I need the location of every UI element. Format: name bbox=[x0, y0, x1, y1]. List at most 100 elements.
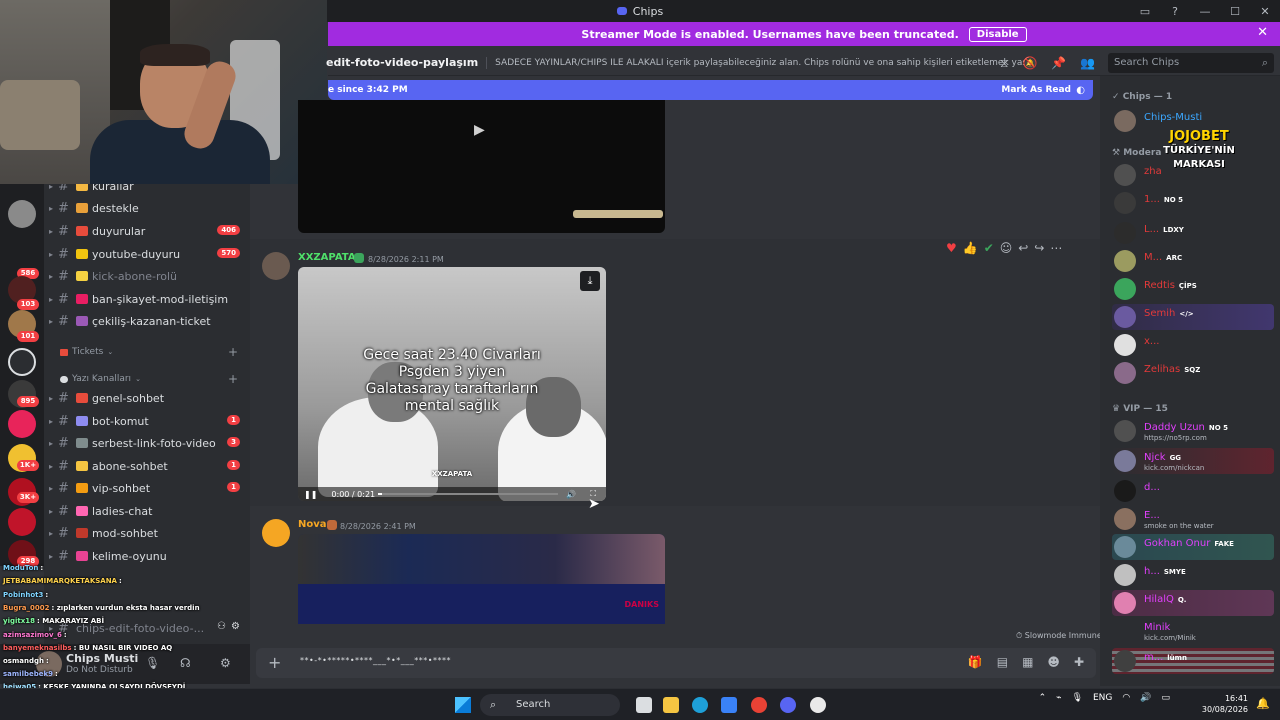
volume-icon[interactable]: 🔊 bbox=[1140, 693, 1151, 703]
category-tickets[interactable]: Tickets ⌄ + bbox=[60, 345, 238, 359]
add-reaction-icon[interactable]: ☺ bbox=[1000, 241, 1013, 255]
mic-tray-icon[interactable]: 🎙 bbox=[1072, 693, 1083, 703]
threads-icon[interactable]: ⧖ bbox=[1000, 56, 1008, 71]
close-window-button[interactable]: ✕ bbox=[1250, 5, 1280, 18]
play-icon[interactable]: ▶ bbox=[474, 122, 485, 138]
pin-icon[interactable]: 📌 bbox=[1051, 56, 1066, 71]
taskbar-search[interactable]: ⌕ Search bbox=[480, 694, 620, 716]
channel-item[interactable]: ▸ # serbest-link-foto-video 3 bbox=[44, 433, 250, 453]
member-item[interactable]: 1... NO 5 bbox=[1112, 190, 1280, 216]
channel-item[interactable]: ▸ # çekiliş-kazanan-ticket bbox=[44, 311, 250, 331]
channel-item[interactable]: ▸ # kick-abone-rolü bbox=[44, 266, 250, 286]
new-messages-bar[interactable]: e since 3:42 PM Mark As Read ◐ bbox=[328, 80, 1093, 100]
battery-icon[interactable]: ▭ bbox=[1161, 693, 1170, 703]
disable-streamer-mode-button[interactable]: Disable bbox=[968, 26, 1027, 42]
wifi-icon[interactable]: ◠ bbox=[1122, 693, 1130, 703]
store-icon[interactable] bbox=[721, 697, 737, 713]
app-icon[interactable] bbox=[810, 697, 826, 713]
member-item[interactable]: Gokhan Onur FAKE bbox=[1112, 534, 1280, 560]
member-item[interactable]: L... LDXY bbox=[1112, 220, 1280, 246]
member-item[interactable]: x... bbox=[1112, 332, 1280, 358]
channel-item[interactable]: ▸ # kelime-oyunu bbox=[44, 546, 250, 566]
download-icon[interactable]: ⤓ bbox=[580, 271, 600, 291]
network-icon[interactable]: ⌁ bbox=[1056, 693, 1061, 703]
language-indicator[interactable]: ENG bbox=[1093, 693, 1112, 703]
reply-icon[interactable]: ↩ bbox=[1018, 241, 1028, 255]
thumbs-up-reaction-icon[interactable]: 👍 bbox=[963, 241, 978, 255]
server-icon[interactable] bbox=[8, 348, 36, 376]
gift-icon[interactable]: 🎁 bbox=[968, 655, 983, 669]
channel-item[interactable]: ▸ # genel-sohbet bbox=[44, 388, 250, 408]
add-channel-icon[interactable]: + bbox=[228, 372, 238, 386]
message-author[interactable]: Nova bbox=[298, 519, 327, 530]
channel-item-selected[interactable]: ▸ # chips-edit-foto-video-... ⚇ ⚙ bbox=[44, 618, 250, 638]
edge-icon[interactable] bbox=[692, 697, 708, 713]
member-item[interactable]: HilalQ Q. bbox=[1112, 590, 1280, 616]
sticker-icon[interactable]: ▦ bbox=[1022, 655, 1033, 669]
channel-item[interactable]: ▸ # duyurular 406 bbox=[44, 221, 250, 241]
chrome-icon[interactable] bbox=[751, 697, 767, 713]
server-icon[interactable] bbox=[8, 508, 36, 536]
emoji-icon[interactable]: ☻ bbox=[1047, 655, 1060, 669]
member-item[interactable]: Semih </> bbox=[1112, 304, 1280, 330]
member-item[interactable]: Zelihas SQZ bbox=[1112, 360, 1280, 386]
channel-item[interactable]: ▸ # destekle bbox=[44, 198, 250, 218]
start-button[interactable] bbox=[455, 697, 471, 713]
member-item[interactable]: h... SMYE bbox=[1112, 562, 1280, 588]
channel-item[interactable]: ▸ # ladies-chat bbox=[44, 501, 250, 521]
pause-icon[interactable]: ❚❚ bbox=[304, 490, 317, 499]
settings-gear-icon[interactable]: ⚙ bbox=[220, 656, 231, 670]
member-item[interactable]: Njck GG kick.com/nickcan bbox=[1112, 448, 1280, 474]
gear-icon[interactable]: ⚙ bbox=[231, 621, 240, 632]
apps-icon[interactable]: ✚ bbox=[1074, 655, 1084, 669]
check-reaction-icon[interactable]: ✔ bbox=[984, 241, 994, 255]
headphones-icon[interactable]: ☊ bbox=[180, 656, 191, 670]
task-view-icon[interactable] bbox=[636, 697, 652, 713]
member-item[interactable]: Redtis ÇİPS bbox=[1112, 276, 1280, 302]
member-item[interactable]: d... bbox=[1112, 478, 1280, 504]
gif-icon[interactable]: ▤ bbox=[997, 655, 1008, 669]
channel-item[interactable]: ▸ # vip-sohbet 1 bbox=[44, 478, 250, 498]
microphone-icon[interactable]: 🎙 bbox=[145, 656, 160, 670]
forward-icon[interactable]: ↪ bbox=[1034, 241, 1044, 255]
member-item[interactable]: E... smoke on the water bbox=[1112, 506, 1280, 532]
chevron-up-icon[interactable]: ⌃ bbox=[1039, 693, 1047, 703]
maximize-button[interactable]: ☐ bbox=[1220, 5, 1250, 18]
video-embed[interactable]: DANIKS bbox=[298, 534, 665, 624]
minimize-button[interactable]: — bbox=[1190, 5, 1220, 18]
member-item[interactable]: Daddy Uzun NO 5 https://no5rp.com bbox=[1112, 418, 1280, 444]
channel-item[interactable]: ▸ # bot-komut 1 bbox=[44, 411, 250, 431]
file-explorer-icon[interactable] bbox=[663, 697, 679, 713]
help-icon[interactable]: ? bbox=[1160, 5, 1190, 18]
mark-as-read-button[interactable]: Mark As Read bbox=[1001, 85, 1071, 95]
heart-reaction-icon[interactable]: ♥ bbox=[946, 241, 957, 255]
message-author[interactable]: XXZAPATA bbox=[298, 252, 356, 263]
add-channel-icon[interactable]: + bbox=[228, 345, 238, 359]
channel-item[interactable]: ▸ # mod-sohbet bbox=[44, 523, 250, 543]
channel-topic[interactable]: SADECE YAYINLAR/CHIPS İLE ALAKALI içerik… bbox=[495, 58, 1025, 68]
member-item[interactable]: Minik kick.com/Minik bbox=[1112, 618, 1280, 644]
member-item[interactable]: M... ARC bbox=[1112, 248, 1280, 274]
avatar[interactable] bbox=[262, 519, 290, 547]
avatar[interactable] bbox=[262, 252, 290, 280]
close-banner-icon[interactable]: ✕ bbox=[1257, 25, 1268, 40]
channel-item[interactable]: ▸ # abone-sohbet 1 bbox=[44, 456, 250, 476]
add-member-icon[interactable]: ⚇ bbox=[217, 621, 226, 632]
channel-item[interactable]: ▸ # kurallar bbox=[44, 184, 250, 196]
server-icon[interactable] bbox=[8, 410, 36, 438]
volume-icon[interactable]: 🔊 bbox=[566, 490, 576, 499]
member-item[interactable]: m... lümn bbox=[1112, 648, 1280, 674]
video-player[interactable]: Gece saat 23.40 Civarları Psgden 3 yiyen… bbox=[298, 267, 606, 501]
message-composer[interactable]: + **•-*•*****•****___*•*___***•**** 🎁 ▤ … bbox=[256, 648, 1096, 678]
channel-item[interactable]: ▸ # youtube-duyuru 570 bbox=[44, 244, 250, 264]
add-attachment-icon[interactable]: + bbox=[268, 653, 281, 672]
clock[interactable]: 16:41 30/08/2026 bbox=[1202, 693, 1248, 715]
video-progress-bar[interactable] bbox=[378, 493, 558, 495]
more-options-icon[interactable]: ⋯ bbox=[1050, 241, 1062, 255]
server-icon[interactable] bbox=[8, 200, 36, 228]
composer-text[interactable]: **•-*•*****•****___*•*___***•**** bbox=[300, 656, 451, 665]
video-embed[interactable]: ▶ bbox=[298, 100, 665, 233]
inbox-icon[interactable]: ▭ bbox=[1130, 5, 1160, 18]
avatar[interactable] bbox=[36, 651, 62, 677]
notification-icon[interactable]: 🔔 bbox=[1256, 697, 1270, 710]
